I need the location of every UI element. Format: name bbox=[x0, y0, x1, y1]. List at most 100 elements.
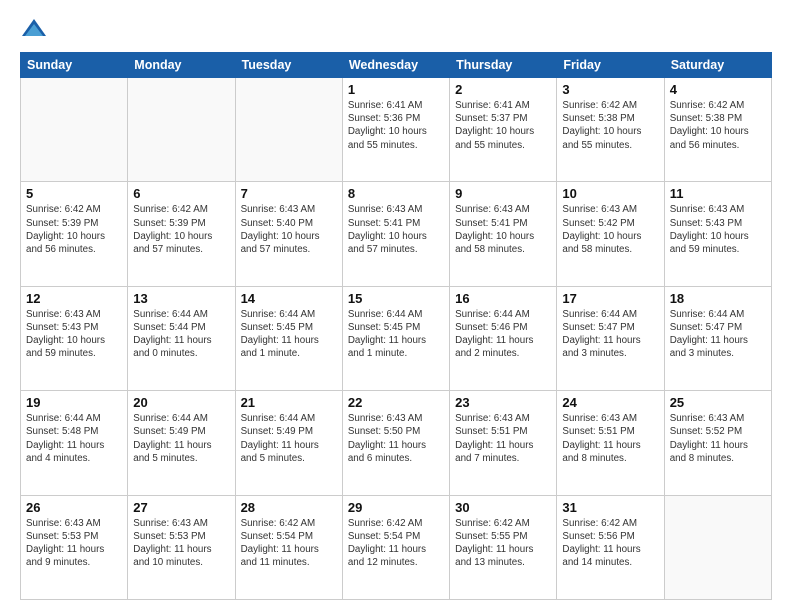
calendar-cell: 21 Sunrise: 6:44 AM Sunset: 5:49 PM Dayli… bbox=[235, 391, 342, 495]
day-info: Sunrise: 6:44 AM Sunset: 5:45 PM Dayligh… bbox=[348, 308, 444, 361]
day-info: Sunrise: 6:42 AM Sunset: 5:39 PM Dayligh… bbox=[133, 203, 229, 256]
day-info: Sunrise: 6:42 AM Sunset: 5:54 PM Dayligh… bbox=[348, 517, 444, 570]
header bbox=[20, 16, 772, 44]
weekday-header-thursday: Thursday bbox=[450, 53, 557, 78]
day-info: Sunrise: 6:43 AM Sunset: 5:50 PM Dayligh… bbox=[348, 412, 444, 465]
day-number: 15 bbox=[348, 291, 444, 306]
calendar-week-2: 5Sunrise: 6:42 AM Sunset: 5:39 PM Daylig… bbox=[21, 182, 772, 286]
day-number: 7 bbox=[241, 186, 337, 201]
calendar-cell: 15 Sunrise: 6:44 AM Sunset: 5:45 PM Dayli… bbox=[342, 286, 449, 390]
day-number: 22 bbox=[348, 395, 444, 410]
calendar-cell: 11 Sunrise: 6:43 AM Sunset: 5:43 PM Dayli… bbox=[664, 182, 771, 286]
calendar-cell: 30 Sunrise: 6:42 AM Sunset: 5:55 PM Dayli… bbox=[450, 495, 557, 599]
calendar-cell: 10Sunrise: 6:43 AM Sunset: 5:42 PM Dayli… bbox=[557, 182, 664, 286]
day-info: Sunrise: 6:43 AM Sunset: 5:53 PM Dayligh… bbox=[133, 517, 229, 570]
day-number: 26 bbox=[26, 500, 122, 515]
calendar-cell: 6 Sunrise: 6:42 AM Sunset: 5:39 PM Daylig… bbox=[128, 182, 235, 286]
day-number: 31 bbox=[562, 500, 658, 515]
day-number: 27 bbox=[133, 500, 229, 515]
calendar-cell: 12Sunrise: 6:43 AM Sunset: 5:43 PM Dayli… bbox=[21, 286, 128, 390]
calendar-cell bbox=[235, 78, 342, 182]
day-number: 21 bbox=[241, 395, 337, 410]
day-number: 1 bbox=[348, 82, 444, 97]
weekday-header-wednesday: Wednesday bbox=[342, 53, 449, 78]
day-info: Sunrise: 6:43 AM Sunset: 5:51 PM Dayligh… bbox=[455, 412, 551, 465]
logo bbox=[20, 16, 52, 44]
day-info: Sunrise: 6:42 AM Sunset: 5:56 PM Dayligh… bbox=[562, 517, 658, 570]
day-info: Sunrise: 6:41 AM Sunset: 5:36 PM Dayligh… bbox=[348, 99, 444, 152]
day-info: Sunrise: 6:42 AM Sunset: 5:39 PM Dayligh… bbox=[26, 203, 122, 256]
calendar-cell bbox=[664, 495, 771, 599]
day-info: Sunrise: 6:41 AM Sunset: 5:37 PM Dayligh… bbox=[455, 99, 551, 152]
weekday-header-saturday: Saturday bbox=[664, 53, 771, 78]
calendar-week-4: 19Sunrise: 6:44 AM Sunset: 5:48 PM Dayli… bbox=[21, 391, 772, 495]
day-info: Sunrise: 6:43 AM Sunset: 5:43 PM Dayligh… bbox=[670, 203, 766, 256]
day-number: 14 bbox=[241, 291, 337, 306]
day-number: 9 bbox=[455, 186, 551, 201]
day-number: 6 bbox=[133, 186, 229, 201]
day-info: Sunrise: 6:42 AM Sunset: 5:55 PM Dayligh… bbox=[455, 517, 551, 570]
day-number: 2 bbox=[455, 82, 551, 97]
calendar-cell: 25Sunrise: 6:43 AM Sunset: 5:52 PM Dayli… bbox=[664, 391, 771, 495]
weekday-header-monday: Monday bbox=[128, 53, 235, 78]
calendar-cell: 23 Sunrise: 6:43 AM Sunset: 5:51 PM Dayli… bbox=[450, 391, 557, 495]
day-number: 10 bbox=[562, 186, 658, 201]
day-info: Sunrise: 6:42 AM Sunset: 5:38 PM Dayligh… bbox=[562, 99, 658, 152]
calendar-cell: 8Sunrise: 6:43 AM Sunset: 5:41 PM Daylig… bbox=[342, 182, 449, 286]
calendar-cell: 7 Sunrise: 6:43 AM Sunset: 5:40 PM Daylig… bbox=[235, 182, 342, 286]
day-info: Sunrise: 6:42 AM Sunset: 5:38 PM Dayligh… bbox=[670, 99, 766, 152]
day-number: 19 bbox=[26, 395, 122, 410]
calendar-cell: 22 Sunrise: 6:43 AM Sunset: 5:50 PM Dayli… bbox=[342, 391, 449, 495]
day-info: Sunrise: 6:44 AM Sunset: 5:49 PM Dayligh… bbox=[241, 412, 337, 465]
calendar-cell: 9Sunrise: 6:43 AM Sunset: 5:41 PM Daylig… bbox=[450, 182, 557, 286]
calendar-cell: 26 Sunrise: 6:43 AM Sunset: 5:53 PM Dayli… bbox=[21, 495, 128, 599]
day-info: Sunrise: 6:44 AM Sunset: 5:45 PM Dayligh… bbox=[241, 308, 337, 361]
day-number: 28 bbox=[241, 500, 337, 515]
day-number: 20 bbox=[133, 395, 229, 410]
day-info: Sunrise: 6:43 AM Sunset: 5:53 PM Dayligh… bbox=[26, 517, 122, 570]
day-number: 16 bbox=[455, 291, 551, 306]
calendar-cell: 5Sunrise: 6:42 AM Sunset: 5:39 PM Daylig… bbox=[21, 182, 128, 286]
calendar-cell: 1 Sunrise: 6:41 AM Sunset: 5:36 PM Daylig… bbox=[342, 78, 449, 182]
calendar-cell bbox=[21, 78, 128, 182]
calendar-cell: 19Sunrise: 6:44 AM Sunset: 5:48 PM Dayli… bbox=[21, 391, 128, 495]
day-number: 4 bbox=[670, 82, 766, 97]
calendar-cell: 16 Sunrise: 6:44 AM Sunset: 5:46 PM Dayli… bbox=[450, 286, 557, 390]
day-number: 17 bbox=[562, 291, 658, 306]
calendar-cell: 2 Sunrise: 6:41 AM Sunset: 5:37 PM Daylig… bbox=[450, 78, 557, 182]
day-info: Sunrise: 6:44 AM Sunset: 5:47 PM Dayligh… bbox=[670, 308, 766, 361]
day-number: 24 bbox=[562, 395, 658, 410]
page: SundayMondayTuesdayWednesdayThursdayFrid… bbox=[0, 0, 792, 612]
day-info: Sunrise: 6:44 AM Sunset: 5:47 PM Dayligh… bbox=[562, 308, 658, 361]
logo-icon bbox=[20, 16, 48, 44]
calendar-cell: 18 Sunrise: 6:44 AM Sunset: 5:47 PM Dayli… bbox=[664, 286, 771, 390]
weekday-header-sunday: Sunday bbox=[21, 53, 128, 78]
day-info: Sunrise: 6:44 AM Sunset: 5:49 PM Dayligh… bbox=[133, 412, 229, 465]
calendar-cell: 27 Sunrise: 6:43 AM Sunset: 5:53 PM Dayli… bbox=[128, 495, 235, 599]
calendar-table: SundayMondayTuesdayWednesdayThursdayFrid… bbox=[20, 52, 772, 600]
day-info: Sunrise: 6:44 AM Sunset: 5:46 PM Dayligh… bbox=[455, 308, 551, 361]
calendar-cell bbox=[128, 78, 235, 182]
day-info: Sunrise: 6:43 AM Sunset: 5:51 PM Dayligh… bbox=[562, 412, 658, 465]
day-info: Sunrise: 6:43 AM Sunset: 5:43 PM Dayligh… bbox=[26, 308, 122, 361]
day-number: 23 bbox=[455, 395, 551, 410]
weekday-header-friday: Friday bbox=[557, 53, 664, 78]
calendar-week-1: 1 Sunrise: 6:41 AM Sunset: 5:36 PM Daylig… bbox=[21, 78, 772, 182]
day-number: 29 bbox=[348, 500, 444, 515]
calendar-cell: 14 Sunrise: 6:44 AM Sunset: 5:45 PM Dayli… bbox=[235, 286, 342, 390]
day-info: Sunrise: 6:42 AM Sunset: 5:54 PM Dayligh… bbox=[241, 517, 337, 570]
calendar-week-3: 12Sunrise: 6:43 AM Sunset: 5:43 PM Dayli… bbox=[21, 286, 772, 390]
calendar-cell: 17 Sunrise: 6:44 AM Sunset: 5:47 PM Dayli… bbox=[557, 286, 664, 390]
calendar-cell: 13Sunrise: 6:44 AM Sunset: 5:44 PM Dayli… bbox=[128, 286, 235, 390]
day-number: 18 bbox=[670, 291, 766, 306]
day-number: 11 bbox=[670, 186, 766, 201]
weekday-header-row: SundayMondayTuesdayWednesdayThursdayFrid… bbox=[21, 53, 772, 78]
calendar-cell: 24 Sunrise: 6:43 AM Sunset: 5:51 PM Dayli… bbox=[557, 391, 664, 495]
calendar-cell: 3 Sunrise: 6:42 AM Sunset: 5:38 PM Daylig… bbox=[557, 78, 664, 182]
day-number: 3 bbox=[562, 82, 658, 97]
day-info: Sunrise: 6:43 AM Sunset: 5:40 PM Dayligh… bbox=[241, 203, 337, 256]
calendar-cell: 4 Sunrise: 6:42 AM Sunset: 5:38 PM Daylig… bbox=[664, 78, 771, 182]
calendar-cell: 28 Sunrise: 6:42 AM Sunset: 5:54 PM Dayli… bbox=[235, 495, 342, 599]
day-number: 30 bbox=[455, 500, 551, 515]
day-info: Sunrise: 6:43 AM Sunset: 5:52 PM Dayligh… bbox=[670, 412, 766, 465]
